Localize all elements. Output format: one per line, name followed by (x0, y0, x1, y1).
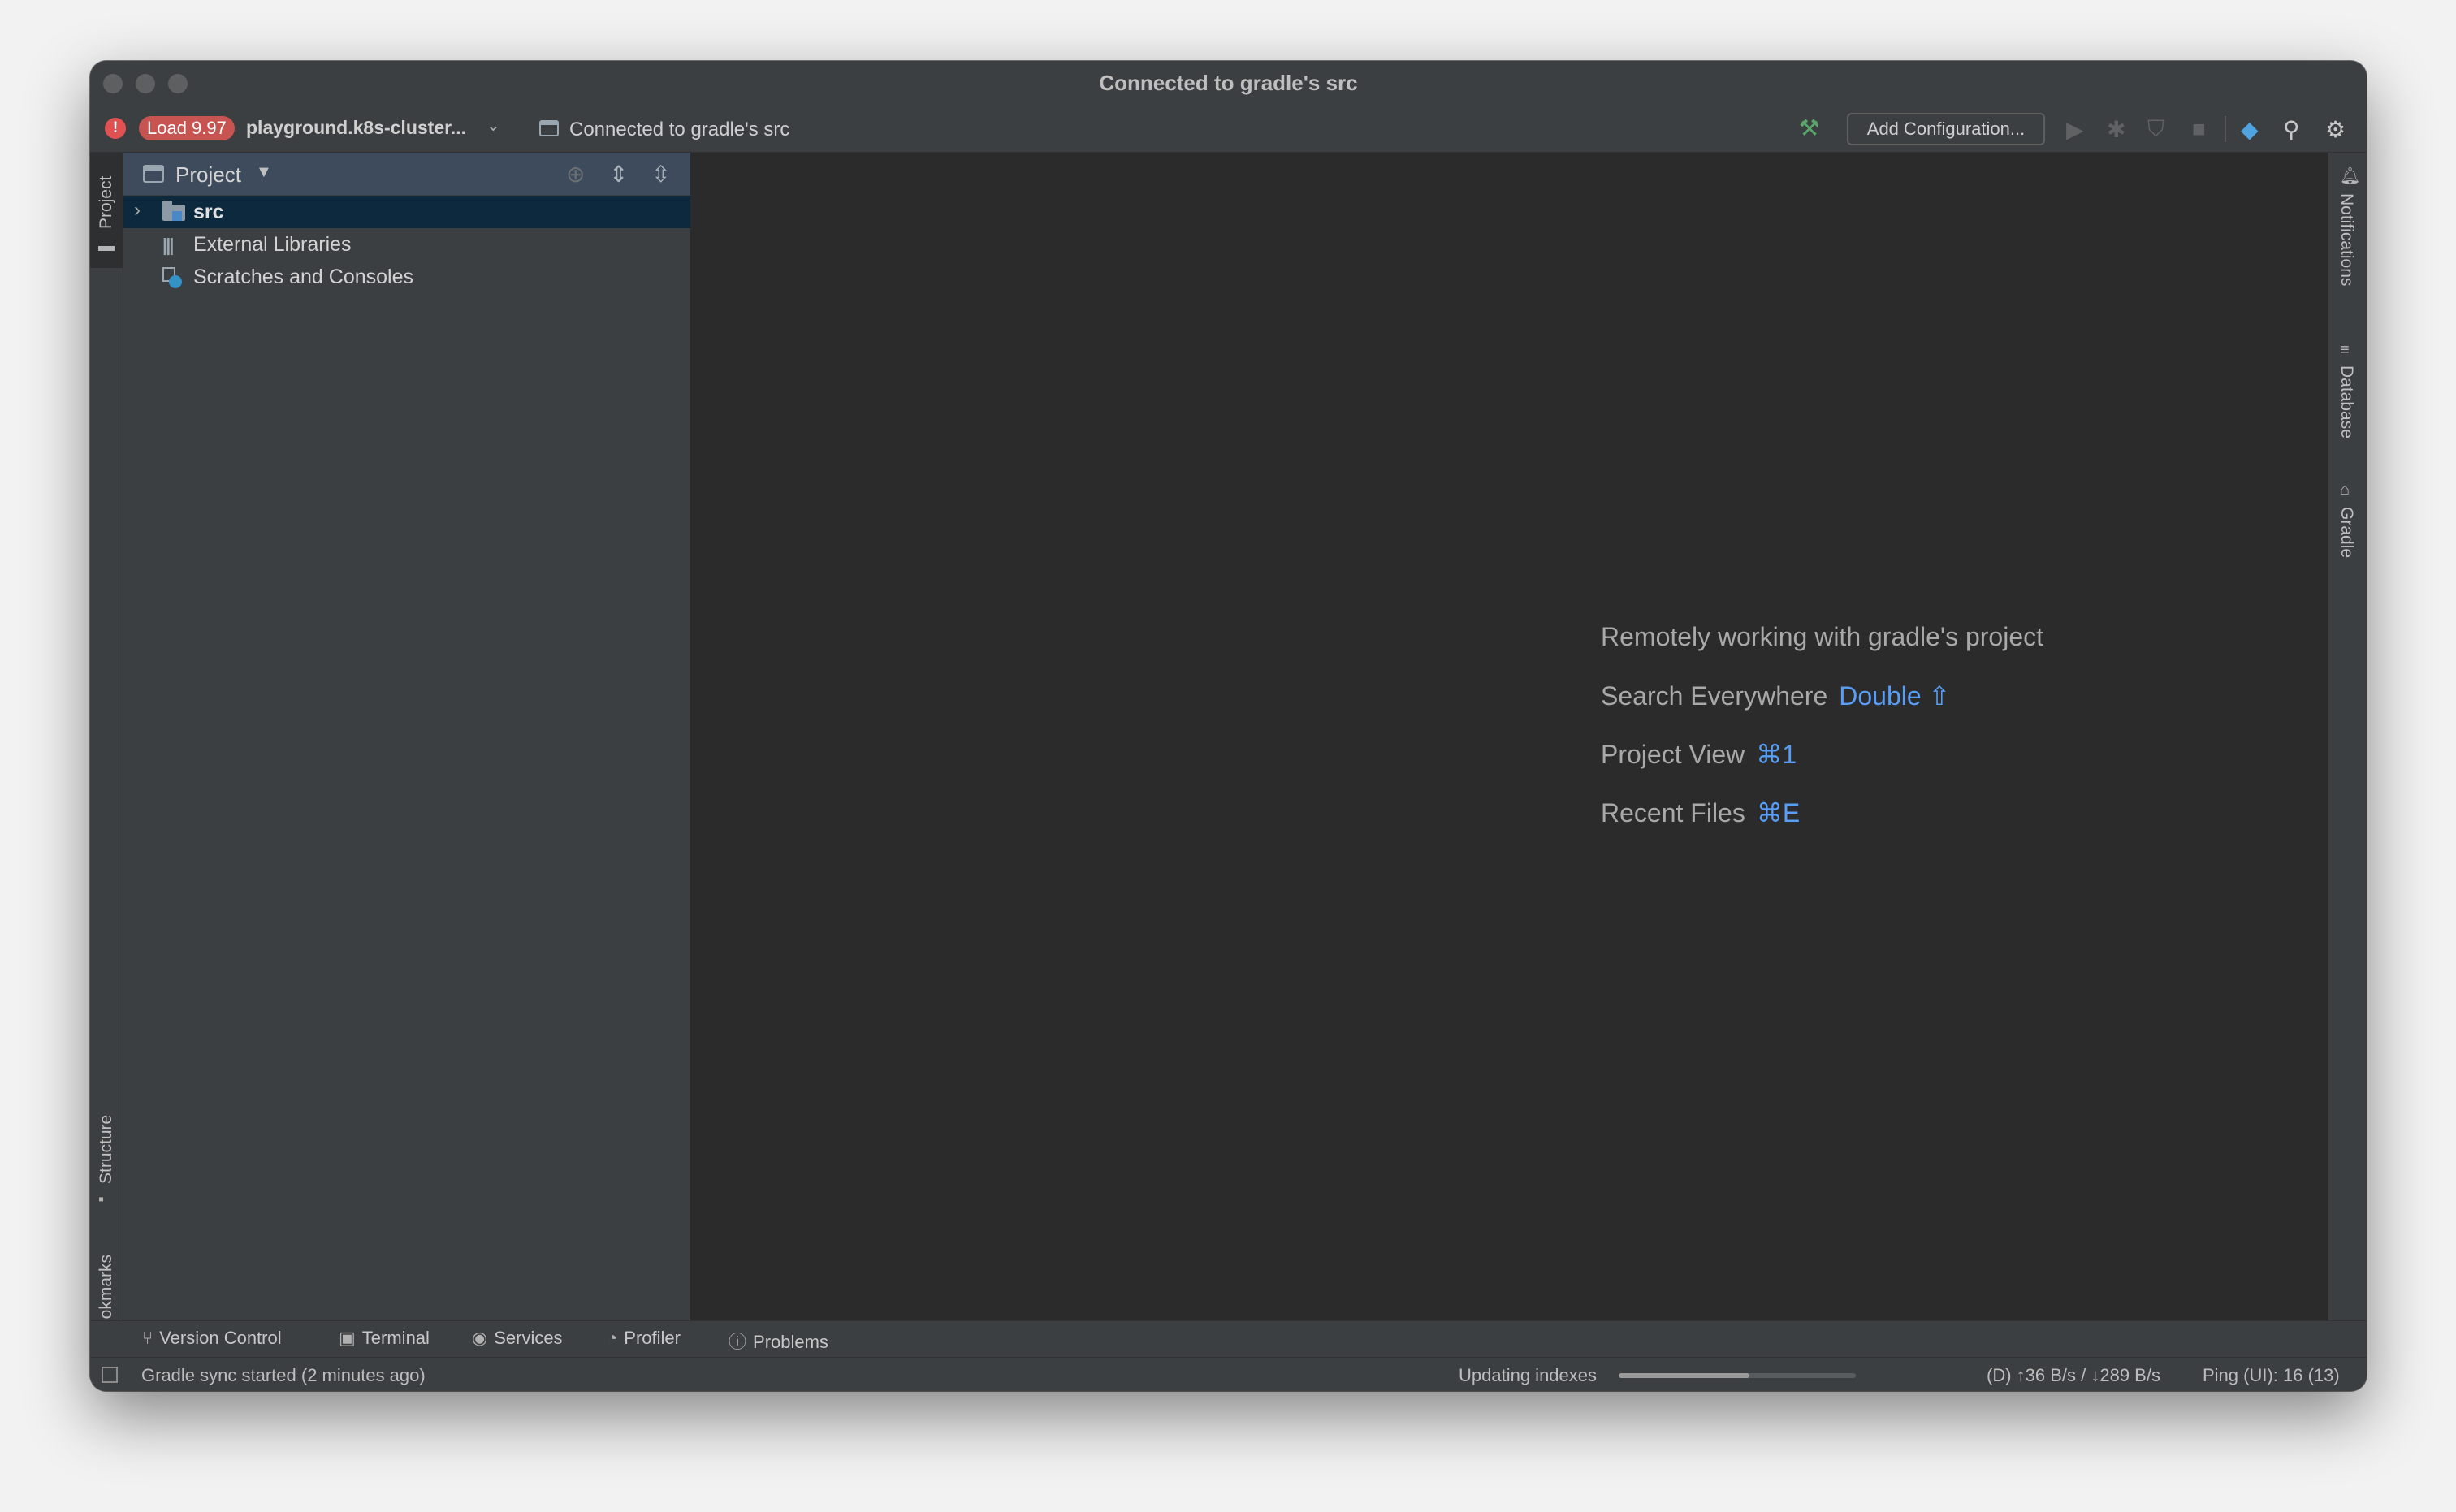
main-toolbar: ! Load 9.97 playground.k8s-cluster... ⌄ … (90, 105, 2367, 153)
remote-project-headline: Remotely working with gradle's project (1601, 622, 2043, 651)
locate-icon[interactable]: ⊕ (566, 161, 585, 188)
services-tab[interactable]: ◉ Services (472, 1328, 563, 1349)
folder-icon (162, 201, 185, 221)
project-panel-title[interactable]: Project (175, 162, 241, 188)
library-icon: ||| (162, 235, 175, 255)
tree-item-src[interactable]: › src (123, 196, 690, 228)
tree-item-label: External Libraries (193, 233, 352, 256)
notifications-bell-icon: 🔔︎ (2340, 167, 2361, 185)
project-view-icon (143, 165, 164, 183)
database-icon: ≡ (2340, 341, 2350, 359)
hint-label: Project View (1601, 740, 1745, 769)
hint-shortcut: ⌘E (1756, 798, 1801, 827)
tab-label: Problems (753, 1332, 828, 1352)
window-icon (539, 120, 559, 136)
profiler-tab[interactable]: ◔ Profiler (607, 1328, 681, 1349)
terminal-tab[interactable]: ▣ Terminal (339, 1328, 430, 1349)
editor-empty-state[interactable]: Remotely working with gradle's project S… (692, 153, 2327, 1320)
scratches-icon (162, 267, 182, 288)
indexing-progress-bar[interactable] (1619, 1373, 1856, 1378)
project-selector[interactable]: playground.k8s-cluster... (246, 117, 466, 139)
services-icon: ◉ (472, 1328, 488, 1348)
right-tool-stripe: 🔔︎ Notifications ≡ Database ⌂ Gradle (2328, 153, 2367, 1320)
search-icon[interactable]: ⚲ (2283, 116, 2300, 143)
status-bar: Gradle sync started (2 minutes ago) Upda… (90, 1357, 2367, 1391)
window-title: Connected to gradle's src (1099, 71, 1358, 95)
project-panel: Project ▼ ⊕ ⇕ ⇳ ⚙ — › src ||| External L… (123, 153, 767, 1320)
terminal-icon: ▣ (339, 1328, 356, 1348)
ping-stats: Ping (UI): 16 (13) (2203, 1365, 2340, 1385)
chevron-down-icon[interactable]: ⌄ (486, 115, 500, 136)
debug-icon[interactable]: ✱ (2107, 116, 2125, 143)
code-with-me-icon[interactable]: ◆ (2241, 116, 2259, 143)
tab-label: Terminal (361, 1328, 430, 1348)
hint-project-view: Project View ⌘1 (1601, 739, 1797, 770)
project-tool-tab[interactable]: Project ▬ (90, 153, 123, 268)
tab-label: Version Control (159, 1328, 282, 1348)
tree-item-label: Scratches and Consoles (193, 266, 413, 288)
gradle-tool-tab[interactable]: Gradle (2337, 507, 2356, 558)
chevron-right-icon[interactable]: › (134, 199, 141, 222)
run-icon[interactable]: ▶ (2066, 116, 2084, 143)
hint-shortcut: Double ⇧ (1839, 681, 1951, 711)
tab-label: Profiler (624, 1328, 681, 1348)
ide-window: Connected to gradle's src ! Load 9.97 pl… (90, 61, 2367, 1391)
coverage-icon[interactable]: ⛉ (2147, 116, 2164, 143)
branch-icon: ⑂ (142, 1328, 154, 1348)
toggle-tool-windows-icon[interactable] (102, 1367, 118, 1383)
hint-search-everywhere: Search Everywhere Double ⇧ (1601, 680, 1950, 711)
left-tool-stripe: Project ▬ Structure ▪ Bookmarks ▮ (90, 153, 123, 1364)
hint-recent-files: Recent Files ⌘E (1601, 797, 1800, 828)
tree-item-external-libraries[interactable]: ||| External Libraries (123, 228, 690, 261)
error-icon[interactable]: ! (105, 118, 126, 139)
title-bar: Connected to gradle's src (90, 61, 2367, 106)
gradle-icon: ⌂ (2340, 481, 2350, 499)
caret-down-icon[interactable]: ▼ (256, 163, 272, 182)
profiler-icon: ◔ (607, 1328, 618, 1348)
database-tool-tab[interactable]: Database (2337, 365, 2356, 438)
network-stats: (D) ↑36 B/s / ↓289 B/s (1987, 1365, 2160, 1385)
add-configuration-button[interactable]: Add Configuration... (1847, 113, 2045, 145)
toolbar-divider (2225, 116, 2226, 142)
tree-item-label: src (193, 201, 224, 223)
expand-all-icon[interactable]: ⇕ (609, 161, 628, 188)
structure-icon: ▪ (98, 1190, 105, 1208)
notifications-tool-tab[interactable]: Notifications (2337, 193, 2356, 286)
background-task-label[interactable]: Updating indexes (1459, 1365, 1597, 1386)
tree-item-scratches[interactable]: Scratches and Consoles (123, 261, 690, 293)
version-control-tab[interactable]: ⑂ Version Control (142, 1328, 282, 1349)
folder-icon: ▬ (98, 237, 115, 255)
bottom-tool-bar: ⑂ Version Control ▣ Terminal ◉ Services ◔ Pr… (90, 1320, 2367, 1357)
collapse-all-icon[interactable]: ⇳ (651, 161, 670, 188)
hint-label: Recent Files (1601, 798, 1745, 827)
info-icon: ⓘ (729, 1332, 747, 1352)
hint-shortcut: ⌘1 (1756, 740, 1797, 769)
gear-icon[interactable]: ⚙ (2325, 116, 2346, 143)
project-tool-label: Project (97, 175, 115, 229)
stop-icon[interactable]: ■ (2192, 116, 2206, 142)
load-badge[interactable]: Load 9.97 (139, 116, 235, 140)
structure-tool-tab[interactable]: Structure (97, 1115, 116, 1184)
connection-label[interactable]: Connected to gradle's src (569, 119, 789, 141)
problems-tab[interactable]: ⓘ Problems (729, 1328, 828, 1354)
project-panel-header: Project ▼ ⊕ ⇕ ⇳ ⚙ — (123, 153, 767, 195)
build-hammer-icon[interactable]: ⚒ (1799, 114, 1819, 141)
hint-label: Search Everywhere (1601, 681, 1828, 711)
progress-fill (1619, 1373, 1749, 1378)
status-message[interactable]: Gradle sync started (2 minutes ago) (141, 1365, 426, 1386)
tab-label: Services (494, 1328, 563, 1348)
